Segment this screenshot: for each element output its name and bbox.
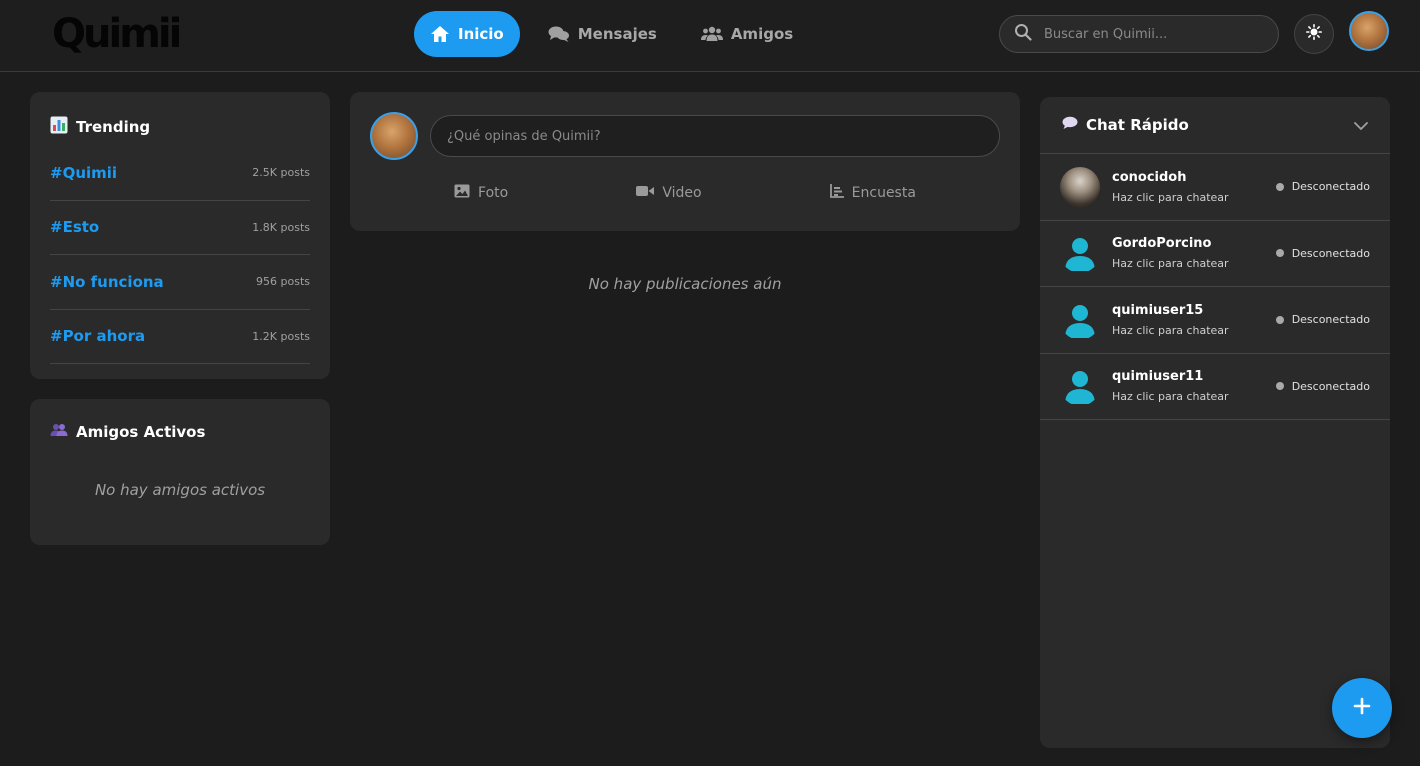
trend-count: 1.2K posts [252, 329, 310, 343]
poll-button[interactable]: Encuesta [829, 184, 916, 202]
trending-list: #Quimii 2.5K posts #Esto 1.8K posts #No … [50, 146, 310, 364]
nav-amigos-label: Amigos [730, 25, 794, 43]
poll-button-label: Encuesta [851, 185, 916, 201]
trend-count: 1.8K posts [252, 220, 310, 234]
poll-icon [829, 184, 844, 202]
plus-icon [1353, 697, 1371, 719]
chat-user-name: conocidoh [1112, 169, 1187, 185]
status-dot [1275, 382, 1284, 391]
chat-user-row[interactable]: conocidoh Haz clic para chatear Desconec… [1040, 154, 1390, 221]
composer-avatar [370, 112, 418, 160]
users-icon [700, 26, 723, 42]
chat-user-name: quimiuser11 [1112, 369, 1204, 385]
quick-chat-panel: Chat Rápido conocidoh Haz clic para chat… [1040, 97, 1390, 748]
chat-user-status-label: Desconectado [1291, 313, 1370, 327]
video-button-label: Video [662, 185, 702, 201]
chat-user-status-label: Desconectado [1291, 246, 1370, 260]
photo-button-label: Foto [478, 185, 509, 201]
trend-tag[interactable]: #No funciona [50, 273, 164, 291]
quick-chat-title: Chat Rápido [1062, 116, 1189, 134]
default-user-icon [1060, 300, 1100, 340]
top-bar: Quimii Inicio Mensajes Amigos [0, 0, 1420, 72]
chat-user-hint: Haz clic para chatear [1112, 257, 1229, 271]
chat-user-row[interactable]: quimiuser11 Haz clic para chatear Descon… [1040, 354, 1390, 420]
nav-mensajes[interactable]: Mensajes [532, 11, 673, 57]
logo[interactable]: Quimii [52, 12, 182, 56]
image-icon [454, 184, 470, 202]
people-icon [50, 423, 68, 441]
trend-tag[interactable]: #Esto [50, 218, 99, 236]
chat-user-hint: Haz clic para chatear [1112, 190, 1229, 204]
trend-item[interactable]: #Quimii 2.5K posts [50, 146, 310, 201]
theme-toggle-button[interactable] [1294, 14, 1334, 54]
search-input[interactable] [1044, 26, 1264, 42]
composer-actions: Foto Video Encuesta [350, 184, 1020, 202]
sun-icon [1306, 24, 1322, 44]
video-button[interactable]: Video [636, 184, 702, 202]
status-dot [1275, 182, 1284, 191]
search-bar[interactable] [999, 15, 1279, 53]
chat-user-row[interactable]: GordoPorcino Haz clic para chatear Desco… [1040, 221, 1390, 287]
trending-card: Trending #Quimii 2.5K posts #Esto 1.8K p… [30, 92, 330, 379]
chat-user-status: Desconectado [1275, 313, 1370, 327]
speech-bubble-icon [1062, 116, 1078, 134]
no-posts-text: No hay publicaciones aún [588, 275, 782, 293]
chat-user-status: Desconectado [1275, 246, 1370, 260]
default-user-icon [1060, 233, 1100, 273]
status-dot [1275, 315, 1284, 324]
video-icon [636, 185, 655, 201]
chevron-down-icon[interactable] [1354, 116, 1368, 135]
post-composer: Foto Video Encuesta [350, 92, 1020, 231]
trend-item[interactable]: #Esto 1.8K posts [50, 201, 310, 255]
bar-chart-icon [50, 116, 68, 138]
trend-item[interactable]: #No funciona 956 posts [50, 255, 310, 310]
quick-chat-header[interactable]: Chat Rápido [1040, 97, 1390, 154]
chat-user-row[interactable]: quimiuser15 Haz clic para chatear Descon… [1040, 287, 1390, 354]
chat-bubbles-icon [548, 25, 570, 43]
active-friends-card: Amigos Activos No hay amigos activos [30, 399, 330, 545]
chat-user-hint: Haz clic para chatear [1112, 323, 1229, 337]
chat-user-name: quimiuser15 [1112, 302, 1204, 318]
quick-chat-title-label: Chat Rápido [1086, 116, 1189, 134]
nav-mensajes-label: Mensajes [577, 25, 657, 43]
chat-user-name: GordoPorcino [1112, 236, 1212, 252]
no-active-friends-text: No hay amigos activos [94, 481, 266, 499]
search-icon [1014, 23, 1032, 45]
chat-user-status-label: Desconectado [1291, 379, 1370, 393]
chat-user-status: Desconectado [1275, 180, 1370, 194]
nav-amigos[interactable]: Amigos [685, 11, 809, 57]
trending-title-label: Trending [76, 118, 151, 136]
nav-inicio-label: Inicio [458, 25, 504, 43]
chat-user-status: Desconectado [1275, 379, 1370, 393]
nav-inicio[interactable]: Inicio [414, 11, 520, 57]
trend-count: 956 posts [256, 275, 310, 289]
chat-user-avatar [1060, 166, 1100, 207]
chat-user-status-label: Desconectado [1291, 180, 1370, 194]
photo-button[interactable]: Foto [454, 184, 508, 202]
trend-count: 2.5K posts [252, 166, 310, 180]
active-friends-title-label: Amigos Activos [76, 423, 206, 441]
home-icon [430, 25, 450, 43]
chat-user-hint: Haz clic para chatear [1112, 390, 1229, 404]
active-friends-title: Amigos Activos [50, 423, 310, 441]
new-chat-button[interactable] [1332, 678, 1392, 738]
trending-title: Trending [50, 116, 310, 138]
trend-item[interactable]: #Por ahora 1.2K posts [50, 310, 310, 364]
trend-tag[interactable]: #Quimii [50, 164, 117, 182]
main-nav: Inicio Mensajes Amigos [414, 11, 821, 57]
trend-tag[interactable]: #Por ahora [50, 327, 145, 345]
user-avatar[interactable] [1349, 11, 1389, 51]
post-input[interactable] [430, 115, 1000, 157]
default-user-icon [1060, 366, 1100, 406]
status-dot [1275, 249, 1284, 258]
